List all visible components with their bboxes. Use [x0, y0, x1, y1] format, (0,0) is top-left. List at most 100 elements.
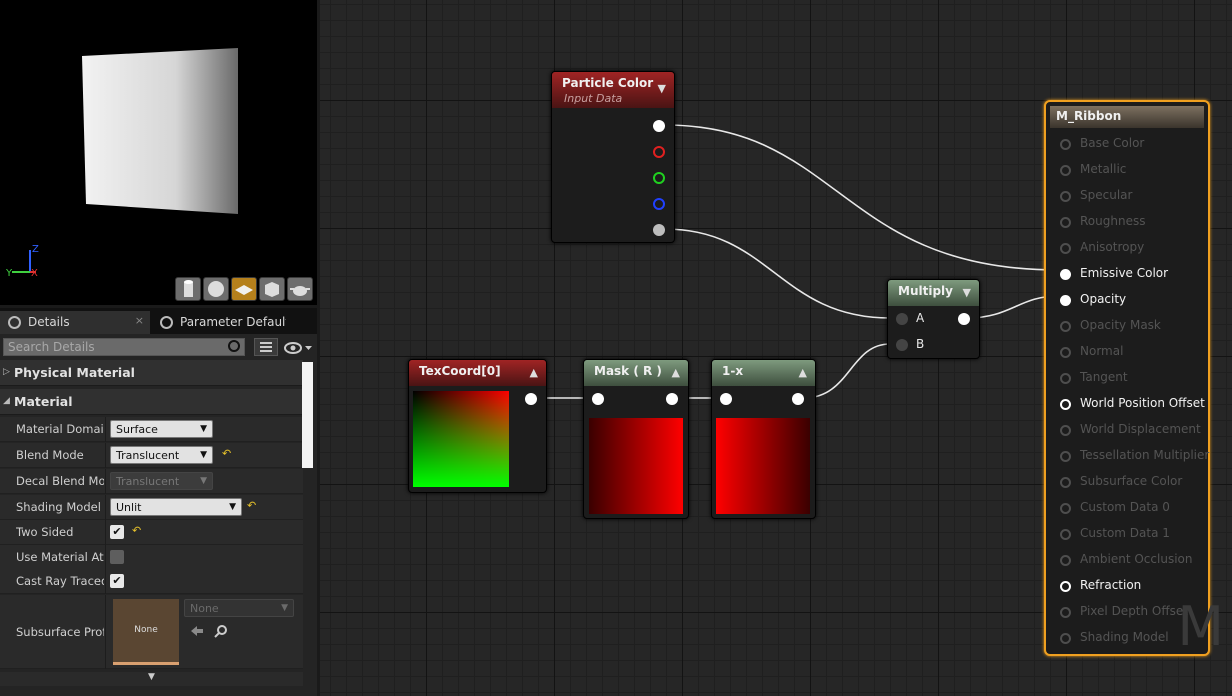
collapse-arrow-icon[interactable]: ▼: [963, 286, 971, 299]
search-icon: [228, 340, 240, 352]
prop-label: Shading Model: [16, 500, 101, 514]
search-details-input[interactable]: Search Details: [3, 338, 245, 356]
node-mask-r[interactable]: Mask ( R ) ▲: [583, 359, 689, 519]
result-pin-base-color[interactable]: Base Color: [1060, 134, 1210, 154]
node-material-result[interactable]: M_Ribbon Base Color Metallic Specular Rough…: [1044, 100, 1224, 658]
pin-circle-icon[interactable]: [1060, 555, 1071, 566]
pin-circle-icon[interactable]: [1060, 581, 1071, 592]
visibility-filter-button[interactable]: [282, 339, 314, 357]
result-pin-opacity[interactable]: Opacity: [1060, 290, 1210, 310]
pin-circle-icon[interactable]: [1060, 269, 1071, 280]
preview-viewport[interactable]: Z Y X: [0, 0, 317, 305]
axis-label-y: Y: [6, 268, 13, 278]
result-pin-specular[interactable]: Specular: [1060, 186, 1210, 206]
reset-to-default-icon[interactable]: ↶: [247, 499, 256, 512]
output-pin-r[interactable]: [653, 146, 665, 158]
browse-search-icon[interactable]: [214, 624, 228, 638]
result-pin-refraction[interactable]: Refraction: [1060, 576, 1210, 596]
result-pin-tangent[interactable]: Tangent: [1060, 368, 1210, 388]
pin-circle-icon[interactable]: [1060, 529, 1071, 540]
result-pin-opacity-mask[interactable]: Opacity Mask: [1060, 316, 1210, 336]
material-domain-combo[interactable]: Surface ▼: [110, 420, 213, 438]
output-pin-rgb[interactable]: [653, 120, 665, 132]
close-icon[interactable]: ×: [135, 314, 144, 327]
pin-circle-icon[interactable]: [1060, 243, 1071, 254]
result-pin-custom-data-1[interactable]: Custom Data 1: [1060, 524, 1210, 544]
pin-circle-icon[interactable]: [1060, 633, 1071, 644]
pin-circle-icon[interactable]: [1060, 607, 1071, 618]
result-pin-emissive-color[interactable]: Emissive Color: [1060, 264, 1210, 284]
subsurface-profile-thumbnail[interactable]: None: [113, 599, 179, 665]
output-pin[interactable]: [666, 393, 678, 405]
output-pin[interactable]: [525, 393, 537, 405]
details-scrollbar[interactable]: [302, 362, 313, 468]
pin-circle-icon[interactable]: [1060, 373, 1071, 384]
result-pin-anisotropy[interactable]: Anisotropy: [1060, 238, 1210, 258]
pin-label: Specular: [1080, 188, 1133, 202]
node-texcoord[interactable]: TexCoord[0] ▲: [408, 359, 547, 493]
result-pin-ambient-occlusion[interactable]: Ambient Occlusion: [1060, 550, 1210, 570]
pin-circle-icon[interactable]: [1060, 139, 1071, 150]
subsurface-profile-combo[interactable]: None ▼: [184, 599, 294, 617]
category-physical-material[interactable]: ▷ Physical Material: [0, 360, 303, 386]
output-pin-b[interactable]: [653, 198, 665, 210]
result-pin-world-position-offset[interactable]: World Position Offset: [1060, 394, 1210, 414]
pin-circle-icon[interactable]: [1060, 217, 1071, 228]
prop-label: Blend Mode: [16, 448, 84, 462]
pin-label: World Displacement: [1080, 422, 1201, 436]
pin-circle-icon[interactable]: [1060, 399, 1071, 410]
result-pin-custom-data-0[interactable]: Custom Data 0: [1060, 498, 1210, 518]
pin-circle-icon[interactable]: [1060, 295, 1071, 306]
result-pin-subsurface-color[interactable]: Subsurface Color: [1060, 472, 1210, 492]
result-pin-tessellation-multiplier[interactable]: Tessellation Multiplier: [1060, 446, 1210, 466]
pin-circle-icon[interactable]: [1060, 425, 1071, 436]
input-pin[interactable]: [592, 393, 604, 405]
preview-cube-button[interactable]: [259, 277, 285, 301]
shading-model-combo[interactable]: Unlit ▼: [110, 498, 242, 516]
tab-details[interactable]: Details ×: [0, 311, 150, 334]
pin-circle-icon[interactable]: [1060, 347, 1071, 358]
pin-circle-icon[interactable]: [1060, 477, 1071, 488]
pin-circle-icon[interactable]: [1060, 321, 1071, 332]
two-sided-checkbox[interactable]: ✔: [110, 525, 124, 539]
pin-circle-icon[interactable]: [1060, 191, 1071, 202]
category-material[interactable]: ◢ Material: [0, 389, 303, 415]
output-pin[interactable]: [792, 393, 804, 405]
preview-plane-button[interactable]: [231, 277, 257, 301]
cast-ray-traced-shadows-checkbox[interactable]: ✔: [110, 574, 124, 588]
collapse-arrow-icon[interactable]: ▲: [530, 366, 538, 379]
scroll-down-button[interactable]: ▼: [0, 672, 303, 686]
input-pin[interactable]: [720, 393, 732, 405]
result-pin-metallic[interactable]: Metallic: [1060, 160, 1210, 180]
node-one-minus[interactable]: 1-x ▲: [711, 359, 816, 519]
view-options-button[interactable]: [254, 338, 278, 356]
blend-mode-combo[interactable]: Translucent ▼: [110, 446, 213, 464]
use-material-attributes-checkbox[interactable]: [110, 550, 124, 564]
collapse-arrow-icon[interactable]: ▼: [658, 82, 666, 95]
pin-circle-icon[interactable]: [1060, 503, 1071, 514]
tab-parameter-defaults[interactable]: Parameter Defaults: [152, 311, 286, 334]
material-graph-canvas[interactable]: Particle Color ▼ Input Data TexCoord[0] …: [320, 0, 1232, 696]
node-multiply[interactable]: Multiply ▼ A B: [887, 279, 980, 359]
preview-teapot-button[interactable]: [287, 277, 313, 301]
output-pin[interactable]: [958, 313, 970, 325]
pin-circle-icon[interactable]: [1060, 451, 1071, 462]
node-particle-color[interactable]: Particle Color ▼ Input Data: [551, 71, 675, 243]
pin-label: Opacity Mask: [1080, 318, 1161, 332]
pin-circle-icon[interactable]: [1060, 165, 1071, 176]
use-selected-arrow-icon[interactable]: [190, 624, 204, 638]
reset-to-default-icon[interactable]: ↶: [132, 524, 141, 537]
result-pin-roughness[interactable]: Roughness: [1060, 212, 1210, 232]
output-pin-g[interactable]: [653, 172, 665, 184]
preview-cylinder-button[interactable]: [175, 277, 201, 301]
preview-sphere-button[interactable]: [203, 277, 229, 301]
collapse-arrow-icon[interactable]: ▲: [672, 366, 680, 379]
collapse-arrow-icon[interactable]: ▲: [799, 366, 807, 379]
input-pin-a[interactable]: [896, 313, 908, 325]
reset-to-default-icon[interactable]: ↶: [222, 447, 231, 460]
result-pin-world-displacement[interactable]: World Displacement: [1060, 420, 1210, 440]
result-pin-normal[interactable]: Normal: [1060, 342, 1210, 362]
output-pin-a[interactable]: [653, 224, 665, 236]
eye-icon: [284, 342, 312, 354]
input-pin-b[interactable]: [896, 339, 908, 351]
